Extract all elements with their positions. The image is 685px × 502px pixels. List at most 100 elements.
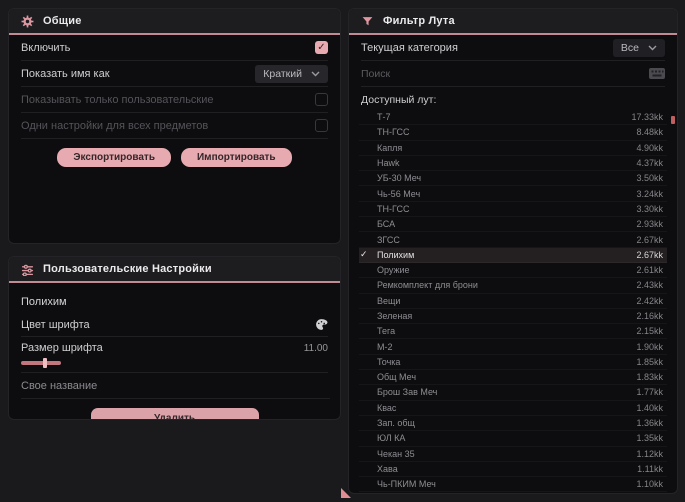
loot-item-row[interactable]: М-2 1.90kk (359, 339, 667, 355)
selected-item-name: Полихим (21, 296, 67, 308)
loot-item-value: 4.90kk (636, 142, 663, 153)
loot-item-row[interactable]: Ремкомплект для брони 2.43kk (359, 278, 667, 294)
export-button[interactable]: Экспортировать (57, 148, 171, 167)
loot-item-row[interactable]: Зеленая 2.16kk (359, 309, 667, 325)
loot-item-name: Полихим (377, 249, 415, 260)
loot-item-row[interactable]: Чь-ПКИМ Меч 1.10kk (359, 477, 667, 493)
loot-item-name: Квас (377, 402, 397, 413)
loot-item-name: Брош Зав Меч (377, 387, 438, 398)
loot-item-value: 1.10kk (636, 479, 663, 490)
export-import-row: Экспортировать Импортировать (9, 148, 340, 167)
loot-item-row[interactable]: ✓ Полихим 2.67kk (359, 247, 667, 263)
loot-item-row[interactable]: ЮЛ КА 1.35kk (359, 431, 667, 447)
loot-item-value: 1.11kk (637, 463, 663, 474)
loot-item-value: 1.90kk (636, 341, 663, 352)
panel-title: Общие (43, 15, 82, 27)
loot-item-name: Чь-56 Меч (377, 188, 421, 199)
loot-item-name: ТН-ГСС (377, 127, 410, 138)
same-settings-label: Одни настройки для всех предметов (21, 119, 209, 132)
available-loot-label: Доступный лут: (361, 94, 437, 106)
category-label: Текущая категория (361, 41, 458, 54)
loot-item-row[interactable]: Зап. общ 1.36kk (359, 416, 667, 432)
font-size-value: 11.00 (303, 342, 328, 354)
show-name-label: Показать имя как (21, 67, 110, 80)
resize-handle[interactable] (341, 488, 351, 498)
enable-label: Включить (21, 41, 71, 54)
loot-item-value: 4.37kk (636, 158, 663, 169)
loot-item-row[interactable]: Т-7 17.33kk (359, 110, 667, 126)
category-dropdown[interactable]: Все (612, 38, 665, 57)
loot-item-value: 2.67kk (636, 234, 663, 245)
loot-item-value: 17.33kk (631, 112, 663, 123)
loot-item-value: 1.77kk (636, 387, 663, 398)
loot-item-value: 1.40kk (636, 402, 663, 413)
loot-item-value: 2.43kk (636, 280, 663, 291)
loot-item-value: 1.36kk (636, 418, 663, 429)
custom-name-input[interactable] (21, 373, 330, 399)
filter-panel-header: Фильтр Лута (349, 9, 677, 35)
loot-item-row[interactable]: Общ Меч 1.83kk (359, 370, 667, 386)
same-settings-checkbox[interactable] (315, 119, 328, 132)
loot-item-name: УБ-30 Меч (377, 173, 422, 184)
import-button[interactable]: Импортировать (180, 148, 292, 167)
general-panel-header: Общие (9, 9, 340, 35)
loot-item-value: 1.85kk (636, 356, 663, 367)
delete-button[interactable]: Удалить (90, 408, 259, 419)
loot-item-row[interactable]: Квас 1.40kk (359, 401, 667, 416)
loot-item-row[interactable]: Точка 1.85kk (359, 355, 667, 371)
filter-funnel-icon (361, 15, 374, 28)
loot-item-name: Ремкомплект для брони (377, 280, 478, 291)
loot-item-row[interactable]: УБ-30 Меч 3.50kk (359, 171, 667, 187)
loot-item-name: М-2 (377, 341, 393, 352)
delete-row: Удалить (9, 408, 340, 419)
loot-item-row[interactable]: ТН-ГСС 8.48kk (359, 125, 667, 141)
loot-item-value: 1.35kk (636, 433, 663, 444)
loot-item-row[interactable]: Хава 1.11kk (359, 462, 667, 478)
loot-item-row[interactable]: Капля 4.90kk (359, 141, 667, 156)
font-size-slider[interactable] (21, 358, 61, 368)
loot-item-row[interactable]: Тега 2.15kk (359, 324, 667, 340)
enable-checkbox[interactable]: ✓ (315, 41, 328, 54)
only-custom-checkbox[interactable] (315, 93, 328, 106)
only-custom-row: Показывать только пользовательские (21, 87, 328, 113)
chevron-down-icon (648, 45, 657, 51)
show-name-dropdown[interactable]: Краткий (255, 64, 328, 83)
loot-item-name: Чь-ПКИМ Меч (377, 479, 436, 490)
loot-item-name: ТН-ГСС (377, 203, 410, 214)
loot-item-row[interactable]: Чекан 35 1.12kk (359, 447, 667, 462)
virtual-keyboard-icon[interactable] (649, 68, 665, 79)
panel-title: Фильтр Лута (383, 15, 455, 27)
font-size-block: Размер шрифта 11.00 (21, 337, 328, 373)
loot-item-value: 2.67kk (636, 249, 663, 260)
palette-icon[interactable] (315, 318, 328, 331)
loot-item-name: Хава (377, 463, 398, 474)
loot-item-value: 3.30kk (636, 203, 663, 214)
loot-item-name: ЗГСС (377, 234, 400, 245)
loot-item-value: 2.61kk (636, 265, 663, 276)
scrollbar-thumb[interactable] (671, 116, 675, 124)
chevron-down-icon (311, 71, 320, 77)
loot-item-row[interactable]: Чь-56 Меч 3.24kk (359, 186, 667, 202)
search-input[interactable] (361, 67, 641, 80)
loot-item-name: Тега (377, 326, 396, 337)
loot-item-row[interactable]: Hawk 4.37kk (359, 156, 667, 172)
loot-item-row[interactable]: БСА 2.93kk (359, 217, 667, 233)
loot-filter-panel: Фильтр Лута Текущая категория Все Доступ… (348, 8, 678, 494)
loot-item-name: Точка (377, 356, 401, 367)
loot-item-name: Оружие (377, 265, 410, 276)
category-value: Все (620, 41, 639, 54)
loot-item-name: Общ Меч (377, 372, 417, 383)
loot-item-row[interactable]: ТН-ГСС 3.30kk (359, 202, 667, 218)
loot-item-row[interactable]: Брош Зав Меч 1.77kk (359, 385, 667, 401)
loot-item-name: ЮЛ КА (377, 433, 406, 444)
loot-item-name: Чекан 35 (377, 448, 415, 459)
loot-item-value: 2.42kk (636, 295, 663, 306)
loot-item-value: 2.15kk (636, 326, 663, 337)
slider-knob[interactable] (43, 358, 47, 368)
loot-item-name: БСА (377, 219, 396, 230)
loot-item-row[interactable]: Оружие 2.61kk (359, 263, 667, 279)
panel-title: Пользовательские Настройки (43, 263, 212, 275)
loot-item-row[interactable]: ЗГСС 2.67kk (359, 232, 667, 248)
loot-item-row[interactable]: Вещи 2.42kk (359, 294, 667, 309)
loot-item-name: Т-7 (377, 112, 391, 123)
